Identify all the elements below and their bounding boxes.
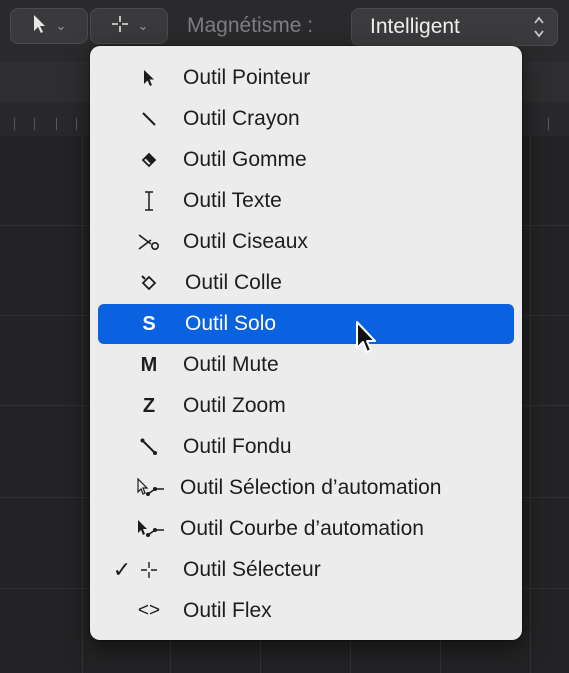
command-click-tool-button[interactable]: ⌄	[90, 8, 168, 44]
ruler-tick	[548, 118, 549, 130]
menu-item-zoom-tool[interactable]: Z Outil Zoom	[98, 386, 514, 426]
arrow-pointer-icon	[32, 14, 48, 39]
mute-letter-icon: M	[140, 353, 158, 376]
ruler-tick	[14, 118, 15, 130]
menu-item-scissors-tool[interactable]: Outil Ciseaux	[98, 222, 514, 262]
automation-select-icon	[136, 473, 166, 503]
magnetism-value: Intelligent	[370, 15, 460, 38]
glue-icon	[134, 268, 164, 298]
menu-item-pointer-tool[interactable]: Outil Pointeur	[98, 58, 514, 98]
crosshair-icon	[134, 555, 164, 585]
menu-item-label: Outil Colle	[185, 271, 282, 294]
menu-item-marquee-tool[interactable]: ✓ Outil Sélecteur	[98, 550, 514, 590]
tool-menu: Outil Pointeur Outil Crayon Outil Gomme …	[90, 46, 522, 640]
menu-item-label: Outil Sélection d’automation	[180, 476, 442, 499]
ruler-tick	[34, 118, 35, 130]
menu-item-pencil-tool[interactable]: Outil Crayon	[98, 99, 514, 139]
zoom-letter-icon: Z	[142, 394, 156, 417]
flex-icon: <>	[137, 600, 161, 621]
magnetism-select[interactable]: Intelligent	[351, 8, 558, 46]
chevron-down-icon: ⌄	[137, 18, 149, 33]
menu-item-label: Outil Texte	[183, 189, 282, 212]
chevron-down-icon: ⌄	[55, 18, 67, 33]
menu-item-flex-tool[interactable]: <> Outil Flex	[98, 591, 514, 631]
menu-item-label: Outil Gomme	[183, 148, 307, 171]
automation-curve-icon	[136, 514, 166, 544]
arrow-pointer-icon	[134, 63, 164, 93]
fade-icon	[134, 432, 164, 462]
crosshair-icon	[110, 14, 130, 39]
menu-item-mute-tool[interactable]: M Outil Mute	[98, 345, 514, 385]
menu-item-glue-tool[interactable]: Outil Colle	[98, 263, 514, 303]
menu-item-label: Outil Solo	[185, 312, 277, 335]
left-click-tool-button[interactable]: ⌄	[10, 8, 88, 44]
magnetism-label: Magnétisme :	[187, 14, 314, 37]
menu-item-label: Outil Sélecteur	[183, 558, 321, 581]
scissors-icon	[134, 227, 164, 257]
ruler-tick	[56, 118, 57, 130]
mouse-cursor-icon	[354, 320, 380, 363]
menu-item-solo-tool[interactable]: S Outil Solo	[98, 304, 514, 344]
menu-item-fade-tool[interactable]: Outil Fondu	[98, 427, 514, 467]
menu-item-label: Outil Fondu	[183, 435, 292, 458]
menu-item-label: Outil Mute	[183, 353, 279, 376]
menu-item-eraser-tool[interactable]: Outil Gomme	[98, 140, 514, 180]
text-cursor-icon	[134, 186, 164, 216]
menu-item-text-tool[interactable]: Outil Texte	[98, 181, 514, 221]
menu-item-automation-curve-tool[interactable]: Outil Courbe d’automation	[98, 509, 514, 549]
menu-item-label: Outil Pointeur	[183, 66, 311, 89]
solo-letter-icon: S	[142, 312, 156, 335]
eraser-icon	[134, 145, 164, 175]
updown-chevron-icon	[533, 14, 545, 40]
pencil-icon	[134, 104, 164, 134]
ruler-tick	[76, 118, 77, 130]
menu-item-label: Outil Crayon	[183, 107, 300, 130]
menu-item-label: Outil Ciseaux	[183, 230, 308, 253]
menu-item-automation-select-tool[interactable]: Outil Sélection d’automation	[98, 468, 514, 508]
menu-item-label: Outil Courbe d’automation	[180, 517, 424, 540]
menu-item-label: Outil Flex	[183, 599, 272, 622]
menu-item-label: Outil Zoom	[183, 394, 286, 417]
checkmark-icon: ✓	[112, 557, 132, 582]
